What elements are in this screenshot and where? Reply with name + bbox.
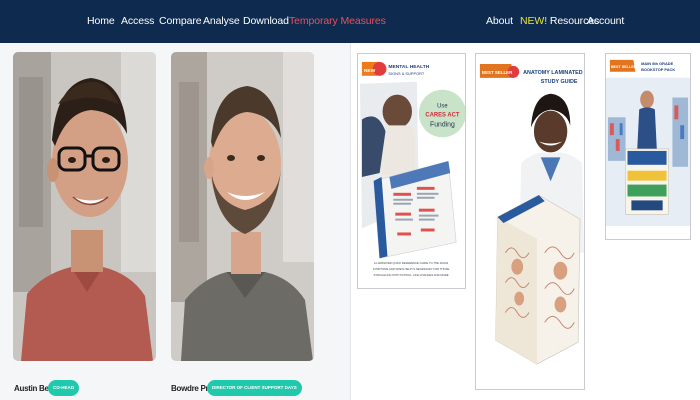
product-mental-health[interactable]: NEW MENTAL HEALTH SIGNS & SUPPORT Use CA… xyxy=(357,53,466,289)
product-cover: BEST SELLER ANATOMY LAMINATED STUDY GUID… xyxy=(476,54,584,389)
nav-home[interactable]: Home xyxy=(87,0,115,43)
product-cover: BEST SELLER MAIN 6th GRADE BOOKSTOP PACK xyxy=(606,54,690,239)
portrait-image xyxy=(171,52,314,361)
team-photo-austin[interactable] xyxy=(13,52,156,361)
portrait-image xyxy=(13,52,156,361)
product-title-line1: MENTAL HEALTH xyxy=(388,64,429,70)
product-tag: NEW xyxy=(364,68,376,74)
product-tag: BEST SELLER xyxy=(611,65,637,69)
callout-mid: CARES ACT xyxy=(425,112,459,118)
product-title-line1: ANATOMY LAMINATED xyxy=(523,70,583,76)
nav-compare[interactable]: Compare xyxy=(159,0,202,43)
callout-bottom: Funding xyxy=(430,121,455,128)
nav-download[interactable]: Download xyxy=(243,0,289,43)
team-member-role-badge: CO-HEAD xyxy=(48,380,79,396)
product-title-line2: STUDY GUIDE xyxy=(541,79,578,85)
top-nav-bar: Home Access Compare Analyse Download Tem… xyxy=(0,0,700,43)
product-caption-line2: SYMPTOMS AND WHEN HELP IS NECESSARY FOR … xyxy=(373,267,450,271)
panel-divider xyxy=(350,43,351,400)
product-caption-line3: STRUGGLING WITH SCHOOL, LIFE CHANGES AND… xyxy=(373,273,448,277)
product-title-line1: MAIN 6th GRADE xyxy=(641,61,673,66)
new-badge: NEW! xyxy=(520,15,548,27)
product-cover: NEW MENTAL HEALTH SIGNS & SUPPORT Use CA… xyxy=(358,54,465,288)
product-caption-line1: A LAMINATED QUICK REFERENCE GUIDE TO THE… xyxy=(374,261,448,265)
nav-about[interactable]: About xyxy=(486,0,513,43)
product-tag: BEST SELLER xyxy=(482,70,513,75)
product-grade6-pack[interactable]: BEST SELLER MAIN 6th GRADE BOOKSTOP PACK xyxy=(605,53,691,240)
callout-top: Use xyxy=(437,104,448,110)
nav-temporary-measures[interactable]: Temporary Measures xyxy=(289,0,386,43)
product-title-line2: SIGNS & SUPPORT xyxy=(388,71,424,76)
team-photo-bowdre[interactable] xyxy=(171,52,314,361)
product-anatomy-guide[interactable]: BEST SELLER ANATOMY LAMINATED STUDY GUID… xyxy=(475,53,585,390)
nav-access[interactable]: Access xyxy=(121,0,154,43)
nav-account[interactable]: Account xyxy=(587,0,624,43)
team-panel: Austin Betzer CO-HEAD Bowdre Price DIREC… xyxy=(0,43,350,400)
nav-analyse[interactable]: Analyse xyxy=(203,0,240,43)
product-title-line2: BOOKSTOP PACK xyxy=(641,67,675,72)
team-member-role-badge: DIRECTOR OF CLIENT SUPPORT DAYS xyxy=(207,380,302,396)
